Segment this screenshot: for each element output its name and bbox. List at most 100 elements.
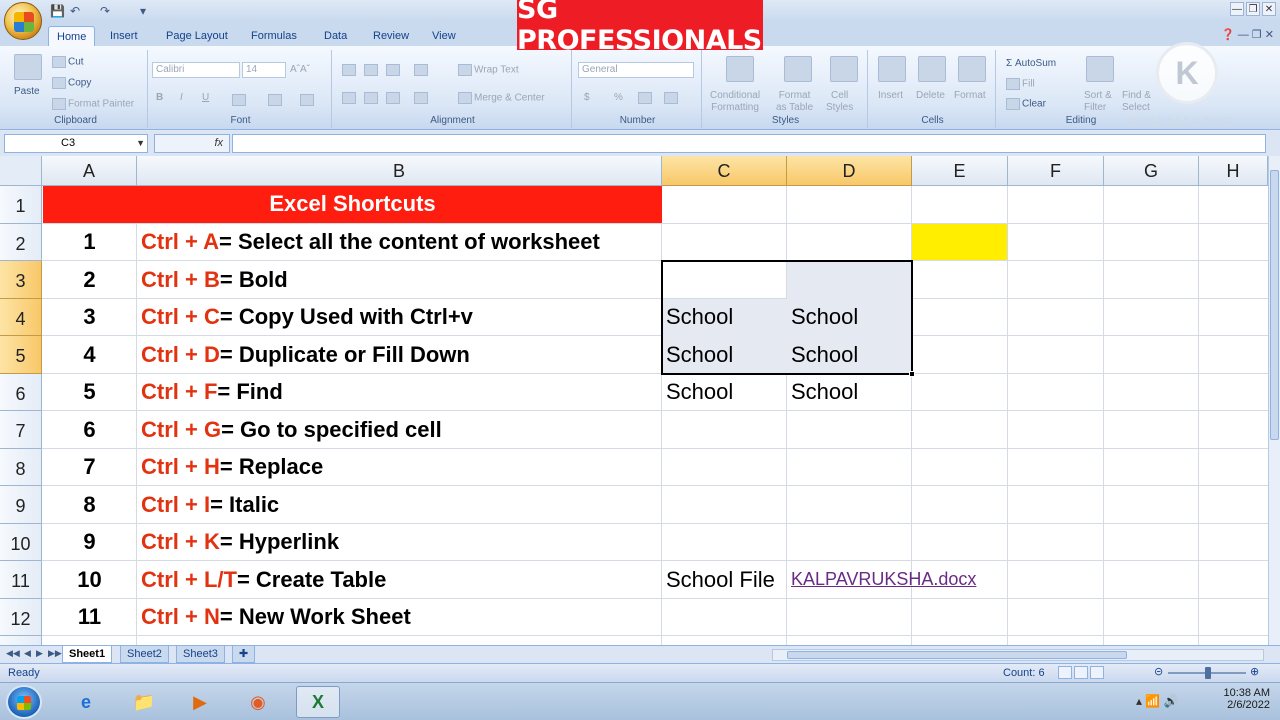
row-header-10[interactable]: 10 <box>0 523 42 561</box>
page-layout-view-icon[interactable] <box>1074 666 1088 679</box>
row-header-12[interactable]: 12 <box>0 598 42 636</box>
format-cells-icon[interactable] <box>958 56 986 82</box>
cell-a6[interactable]: 5 <box>42 374 137 412</box>
row-header-8[interactable]: 8 <box>0 448 42 486</box>
highlighted-cell-e2[interactable] <box>912 223 1007 260</box>
zoom-slider[interactable]: ⊝ ⊕ <box>1150 665 1270 679</box>
increase-decimal-icon[interactable] <box>638 92 652 104</box>
cell-a11[interactable]: 10 <box>42 561 137 599</box>
underline-button[interactable]: U <box>202 92 209 103</box>
sort-filter-icon[interactable] <box>1086 56 1114 82</box>
insert-function-button[interactable]: fx <box>154 134 230 153</box>
paste-icon[interactable] <box>14 54 42 80</box>
cell-b5[interactable]: Ctrl + D = Duplicate or Fill Down <box>137 336 470 374</box>
align-middle-icon[interactable] <box>364 64 378 76</box>
delete-cells-icon[interactable] <box>918 56 946 82</box>
align-right-icon[interactable] <box>386 92 400 104</box>
decrease-decimal-icon[interactable] <box>664 92 678 104</box>
column-header-g[interactable]: G <box>1104 156 1199 186</box>
help-icon[interactable]: ❓ — ❐ ✕ <box>1221 28 1274 41</box>
office-button[interactable] <box>4 2 42 40</box>
worksheet-grid[interactable]: ABCDEFGH 1 2 3 4 5 6 7 8 9 10 11 12 1 Ctrl + A = Sel… <box>0 156 1268 645</box>
insert-cells-button[interactable]: Insert <box>878 90 903 101</box>
insert-cells-icon[interactable] <box>878 56 906 82</box>
redo-icon[interactable]: ↷ <box>100 4 110 18</box>
insert-sheet-icon[interactable]: ✚ <box>232 646 256 663</box>
cell-a10[interactable]: 9 <box>42 524 137 562</box>
format-as-table-icon[interactable] <box>784 56 812 82</box>
start-button[interactable] <box>6 685 42 719</box>
column-header-e[interactable]: E <box>912 156 1008 186</box>
hyperlink-cell-d11[interactable]: KALPAVRUKSHA.docx <box>787 561 976 599</box>
paste-button[interactable]: Paste <box>14 86 40 97</box>
row-header-9[interactable]: 9 <box>0 486 42 524</box>
tab-home[interactable]: Home <box>48 26 96 46</box>
column-header-f[interactable]: F <box>1008 156 1104 186</box>
row-header-3[interactable]: 3 <box>0 261 42 299</box>
currency-button[interactable]: $ <box>584 92 590 103</box>
column-header-a[interactable]: A <box>42 156 137 186</box>
system-tray-icons[interactable]: ▴ 📶 🔊 <box>1136 694 1179 708</box>
italic-button[interactable]: I <box>180 92 183 103</box>
fill-color-icon[interactable] <box>268 94 282 106</box>
next-sheet-icon[interactable]: ▶ <box>36 648 43 659</box>
zoom-knob[interactable] <box>1205 667 1211 679</box>
cell-styles-icon[interactable] <box>830 56 858 82</box>
excel-taskbar-icon[interactable]: X <box>296 686 340 718</box>
column-header-h[interactable]: H <box>1199 156 1268 186</box>
first-sheet-icon[interactable]: ◀◀ <box>6 648 20 659</box>
sheet-tab-2[interactable]: Sheet2 <box>120 646 169 663</box>
tab-insert[interactable]: Insert <box>102 26 146 46</box>
customize-quick-access-icon[interactable]: ▾ <box>140 4 146 18</box>
fill-handle[interactable] <box>909 370 915 377</box>
bold-button[interactable]: B <box>156 92 163 103</box>
delete-cells-button[interactable]: Delete <box>916 90 945 101</box>
format-as-table-button[interactable]: Format as Table <box>776 90 813 114</box>
row-header-6[interactable]: 6 <box>0 373 42 411</box>
row-header-2[interactable]: 2 <box>0 223 42 261</box>
tab-view[interactable]: View <box>424 26 464 46</box>
column-header-b[interactable]: B <box>137 156 662 186</box>
prev-sheet-icon[interactable]: ◀ <box>24 648 31 659</box>
cell-c6[interactable]: School <box>662 374 733 412</box>
cell-b2[interactable]: Ctrl + A = Select all the content of wor… <box>137 224 600 262</box>
vertical-scroll-thumb[interactable] <box>1270 170 1279 440</box>
autosum-button[interactable]: Σ AutoSum <box>1006 58 1056 69</box>
cell-b6[interactable]: Ctrl + F = Find <box>137 374 283 412</box>
undo-icon[interactable]: ↶ <box>70 4 80 18</box>
row-header-1[interactable]: 1 <box>0 186 42 224</box>
cell-a9[interactable]: 8 <box>42 486 137 524</box>
cell-b10[interactable]: Ctrl + K = Hyperlink <box>137 524 339 562</box>
restore-icon[interactable]: ❐ <box>1246 2 1260 16</box>
row-header-11[interactable]: 11 <box>0 561 42 599</box>
align-top-icon[interactable] <box>342 64 356 76</box>
clear-button[interactable]: Clear <box>1006 98 1046 110</box>
zoom-in-icon[interactable]: ⊕ <box>1250 665 1259 678</box>
row-header-partial[interactable] <box>0 636 42 645</box>
cell-a2[interactable]: 1 <box>42 224 137 262</box>
select-all-corner[interactable] <box>0 156 42 186</box>
tab-data[interactable]: Data <box>316 26 355 46</box>
grow-font-icon[interactable]: AˆAˇ <box>290 64 310 75</box>
media-player-icon[interactable]: ▶ <box>178 686 222 718</box>
sort-filter-button[interactable]: Sort & Filter <box>1084 90 1112 114</box>
cut-button[interactable]: Cut <box>52 56 84 68</box>
sheet-title-cell[interactable]: Excel Shortcuts <box>43 186 662 223</box>
fill-button[interactable]: Fill <box>1006 78 1035 90</box>
chevron-down-icon[interactable]: ▼ <box>136 135 145 152</box>
wrap-text-button[interactable]: Wrap Text <box>458 64 519 76</box>
cell-a7[interactable]: 6 <box>42 411 137 449</box>
sheet-tab-3[interactable]: Sheet3 <box>176 646 225 663</box>
close-icon[interactable]: ✕ <box>1262 2 1276 16</box>
vertical-scrollbar[interactable] <box>1268 156 1280 645</box>
font-color-icon[interactable] <box>300 94 314 106</box>
minimize-icon[interactable]: — <box>1230 2 1244 16</box>
format-painter-button[interactable]: Format Painter <box>52 98 134 110</box>
tab-page-layout[interactable]: Page Layout <box>158 26 236 46</box>
borders-icon[interactable] <box>232 94 246 106</box>
align-bottom-icon[interactable] <box>386 64 400 76</box>
font-name-select[interactable]: Calibri <box>152 62 240 78</box>
cell-a12[interactable]: 11 <box>42 599 137 637</box>
firefox-icon[interactable]: ◉ <box>236 686 280 718</box>
last-sheet-icon[interactable]: ▶▶ <box>48 648 62 659</box>
